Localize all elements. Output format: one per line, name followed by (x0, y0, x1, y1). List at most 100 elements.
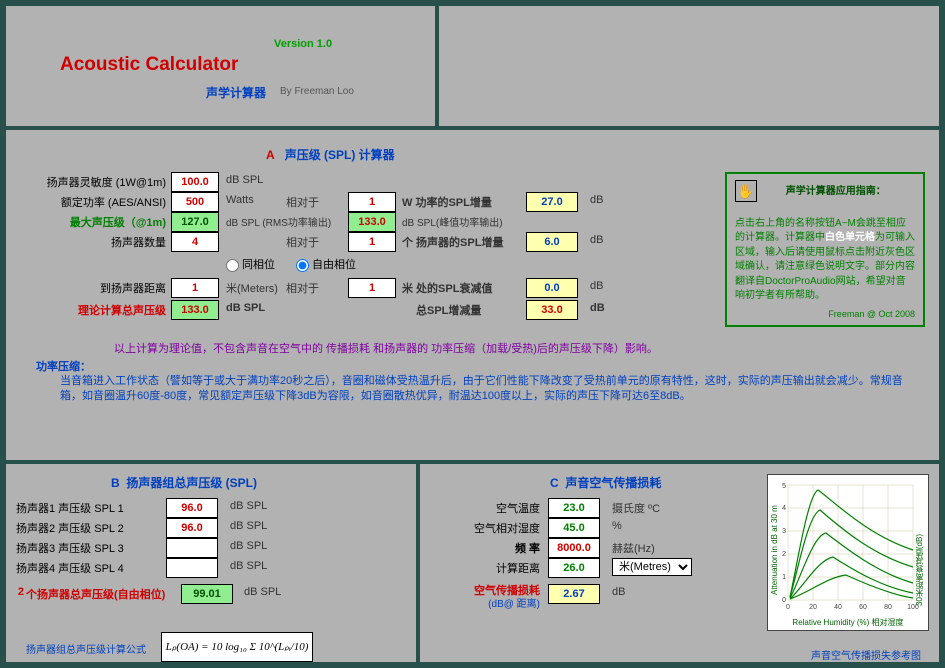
distance-label: 到扬声器距离 (11, 280, 166, 296)
air-loss-sub: (dB@ 距离) (430, 595, 540, 610)
distance-unit-dropdown[interactable]: 米(Metres) (612, 558, 692, 576)
gain-watt-unit: dB (590, 194, 603, 206)
section-b-title: B 扬声器组总声压级 (SPL) (111, 474, 257, 491)
total-spl-output: 99.01 (181, 584, 233, 604)
svg-text:60: 60 (859, 604, 867, 611)
hand-icon: ✋ (735, 180, 757, 202)
svg-text:3: 3 (782, 528, 786, 535)
note-magenta: 以上计算为理论值，不包含声音在空气中的 传播损耗 和扬声器的 功率压缩（加载/受… (114, 340, 658, 356)
ref-watt-text: W 功率的SPL增量 (402, 194, 492, 210)
calc-dist-input[interactable]: 26.0 (548, 558, 600, 578)
distance-input[interactable]: 1 (171, 278, 219, 298)
spl4-input[interactable] (166, 558, 218, 578)
spl2-label: 扬声器2 声压级 SPL 2 (16, 520, 156, 536)
total-gain-unit: dB (590, 302, 605, 314)
qty-input[interactable]: 4 (171, 232, 219, 252)
spl2-input[interactable]: 96.0 (166, 518, 218, 538)
ref-watt-input[interactable]: 1 (348, 192, 396, 212)
spl3-label: 扬声器3 声压级 SPL 3 (16, 540, 156, 556)
air-loss-unit: dB (612, 586, 625, 598)
ref-qty-input[interactable]: 1 (348, 232, 396, 252)
att-dist-output: 0.0 (526, 278, 578, 298)
freq-label: 频 率 (430, 540, 540, 556)
freq-input[interactable]: 8000.0 (548, 538, 600, 558)
att-dist-unit: dB (590, 280, 603, 292)
temp-unit: 摄氏度 ºC (612, 500, 660, 516)
chart-caption: 声音空气传播损失参考图 (811, 647, 921, 662)
temp-label: 空气温度 (430, 500, 540, 516)
total-gain-output: 33.0 (526, 300, 578, 320)
total-spl-label: 个扬声器总声压级(自由相位) (26, 586, 176, 602)
ref-dist-text: 米 处的SPL衰减值 (402, 280, 492, 296)
relative-to-1: 相对于 (286, 194, 319, 210)
gain-qty-unit: dB (590, 234, 603, 246)
total-gain-label: 总SPL增减量 (416, 302, 481, 318)
relative-to-3: 相对于 (286, 280, 319, 296)
max-spl-output: 127.0 (171, 212, 219, 232)
ref-qty-text: 个 扬声器的SPL增量 (402, 234, 503, 250)
guide-signature: Freeman @ Oct 2008 (735, 308, 915, 321)
chart-x-axis: Relative Humidity (%) 相对湿度 (768, 617, 928, 628)
rated-power-input[interactable]: 500 (171, 192, 219, 212)
power-compression-body: 当音箱进入工作状态（譬如等于或大于满功率20秒之后），音圈和磁体受热温升后，由于… (60, 374, 915, 405)
freq-unit: 赫兹(Hz) (612, 540, 655, 556)
version-label: Version 1.0 (274, 38, 332, 50)
phase-same-radio[interactable]: 同相位 (226, 256, 275, 272)
peak-spl-output: 133.0 (348, 212, 396, 232)
chart-y-axis-cn: 30米距离衰减值(dB) (914, 515, 925, 625)
header: Version 1.0 Acoustic Calculator 声学计算器 By… (6, 6, 939, 130)
phase-free-radio[interactable]: 自由相位 (296, 256, 356, 272)
sensitivity-label: 扬声器灵敏度 (1W@1m) (11, 174, 166, 190)
header-right (439, 6, 939, 126)
svg-text:0: 0 (786, 604, 790, 611)
rated-power-label: 额定功率 (AES/ANSI) (11, 194, 166, 210)
spl1-input[interactable]: 96.0 (166, 498, 218, 518)
spl4-label: 扬声器4 声压级 SPL 4 (16, 560, 156, 576)
title-chinese: 声学计算器 (206, 84, 266, 101)
section-a: A 声压级 (SPL) 计算器 扬声器灵敏度 (1W@1m) 100.0 dB … (6, 130, 939, 460)
svg-text:80: 80 (884, 604, 892, 611)
air-loss-output: 2.67 (548, 584, 600, 604)
sensitivity-input[interactable]: 100.0 (171, 172, 219, 192)
guide-title: 声学计算器应用指南： (786, 185, 886, 200)
sensitivity-unit: dB SPL (226, 174, 263, 186)
humidity-label: 空气相对湿度 (430, 520, 540, 536)
calc-dist-label: 计算距离 (430, 560, 540, 576)
author-label: By Freeman Loo (280, 86, 354, 97)
spl2-unit: dB SPL (230, 520, 267, 532)
ref-dist-input[interactable]: 1 (348, 278, 396, 298)
guide-white-cell: 白色单元格 (825, 232, 875, 243)
theoretical-label: 理论计算总声压级 (11, 302, 166, 318)
attenuation-chart: Attenuation in dB at 30 m 30米距离衰减值(dB) (767, 474, 929, 631)
svg-text:40: 40 (834, 604, 842, 611)
spl1-unit: dB SPL (230, 500, 267, 512)
spl4-unit: dB SPL (230, 560, 267, 572)
spl1-label: 扬声器1 声压级 SPL 1 (16, 500, 156, 516)
humidity-input[interactable]: 45.0 (548, 518, 600, 538)
theoretical-unit: dB SPL (226, 302, 265, 314)
section-a-title: A 声压级 (SPL) 计算器 (266, 146, 395, 163)
gain-qty-output: 6.0 (526, 232, 578, 252)
guide-box: ✋ 声学计算器应用指南： 点击右上角的名称按钮A~M会跳至相应的计算器。计算器中… (725, 172, 925, 327)
formula-box: Lₚ(OA) = 10 log₁₀ Σ 10^(Lₚᵢ/10) (161, 632, 313, 662)
chart-y-axis-en: Attenuation in dB at 30 m (770, 490, 779, 610)
title-english: Acoustic Calculator (60, 54, 238, 76)
rated-power-unit: Watts (226, 194, 254, 206)
svg-text:2: 2 (782, 551, 786, 558)
power-compression-title: 功率压缩： (36, 358, 91, 374)
svg-text:5: 5 (782, 483, 786, 490)
section-b: B 扬声器组总声压级 (SPL) 扬声器1 声压级 SPL 1 96.0 dB … (6, 464, 420, 668)
section-c-title: C 声音空气传播损耗 (550, 474, 661, 491)
temp-input[interactable]: 23.0 (548, 498, 600, 518)
max-spl-label: 最大声压级（@1m) (11, 214, 166, 230)
gain-watt-output: 27.0 (526, 192, 578, 212)
theoretical-output: 133.0 (171, 300, 219, 320)
total-count: 2 (12, 586, 24, 598)
chart-svg: 02040 6080100 012 345 (768, 475, 928, 615)
relative-to-2: 相对于 (286, 234, 319, 250)
lower-panels: B 扬声器组总声压级 (SPL) 扬声器1 声压级 SPL 1 96.0 dB … (6, 460, 939, 668)
max-spl-unit: dB SPL (RMS功率输出) (226, 214, 331, 229)
spl3-input[interactable] (166, 538, 218, 558)
spl3-unit: dB SPL (230, 540, 267, 552)
svg-text:0: 0 (782, 597, 786, 604)
